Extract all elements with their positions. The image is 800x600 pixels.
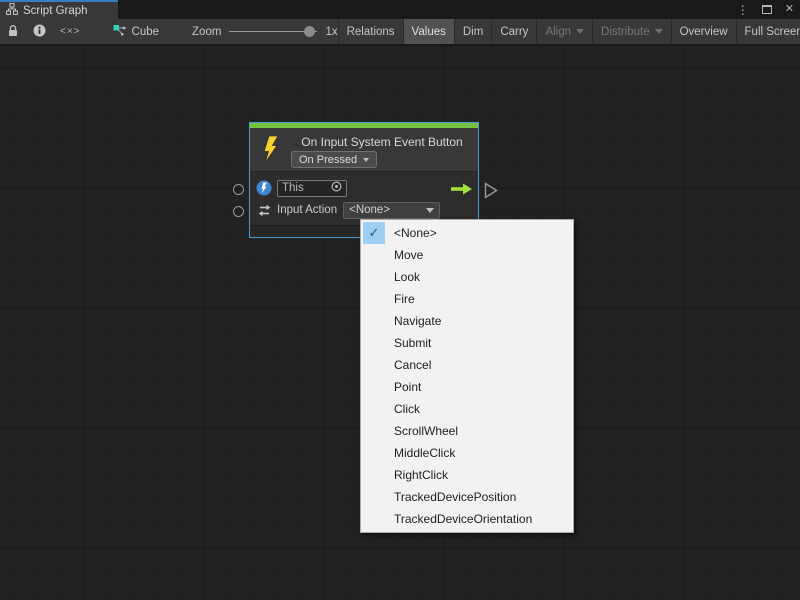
menu-item-label: Submit: [394, 336, 431, 350]
menu-item-label: Cancel: [394, 358, 431, 372]
graph-ref-label: Cube: [132, 26, 160, 38]
graph-canvas[interactable]: On Input System Event Button On Pressed: [0, 46, 800, 600]
chevron-down-icon: [655, 29, 663, 34]
lock-button[interactable]: [0, 19, 26, 44]
menu-item-label: RightClick: [394, 468, 448, 482]
menu-item[interactable]: Submit: [361, 332, 573, 354]
menu-item[interactable]: Cancel: [361, 354, 573, 376]
menu-item[interactable]: TrackedDevicePosition: [361, 486, 573, 508]
this-unit-icon: [256, 180, 272, 196]
carry-button[interactable]: Carry: [492, 19, 536, 44]
menu-item[interactable]: Fire: [361, 288, 573, 310]
menu-item[interactable]: RightClick: [361, 464, 573, 486]
tab-script-graph[interactable]: Script Graph: [0, 0, 118, 19]
code-view-button[interactable]: <×>: [53, 19, 88, 44]
zoom-slider[interactable]: [229, 31, 317, 32]
code-icon: <×>: [60, 26, 81, 37]
info-icon: [33, 24, 46, 40]
align-label: Align: [545, 26, 571, 38]
menu-item-label: Point: [394, 380, 421, 394]
lightning-bolt-icon: [261, 136, 280, 168]
relations-button[interactable]: Relations: [339, 19, 403, 44]
distribute-button[interactable]: Distribute: [593, 19, 671, 44]
chevron-down-icon: [576, 29, 584, 34]
zoom-control: Zoom 1x: [192, 19, 338, 44]
input-action-menu: ✓ <None> Move Look Fire Navigate Submit …: [360, 219, 574, 533]
menu-item-label: TrackedDevicePosition: [394, 490, 516, 504]
menu-item-label: Navigate: [394, 314, 441, 328]
input-port-this[interactable]: [233, 184, 244, 195]
event-option-dropdown[interactable]: On Pressed: [291, 151, 377, 168]
event-node-header[interactable]: On Input System Event Button On Pressed: [250, 128, 478, 172]
input-action-value: <None>: [349, 204, 390, 216]
menu-item-label: Click: [394, 402, 420, 416]
flow-arrow-icon: [451, 182, 472, 200]
menu-item-label: Fire: [394, 292, 415, 306]
menu-item-label: Look: [394, 270, 420, 284]
input-action-dropdown[interactable]: <None>: [343, 202, 440, 219]
tab-bar: Script Graph ⋮ ✕: [0, 0, 800, 19]
menu-item[interactable]: Navigate: [361, 310, 573, 332]
full-screen-button[interactable]: Full Screen: [737, 19, 800, 44]
window-controls: ⋮ ✕: [737, 0, 794, 19]
menu-item[interactable]: Move: [361, 244, 573, 266]
event-node-body: This: [250, 172, 478, 221]
menu-item[interactable]: Point: [361, 376, 573, 398]
input-action-icon: [256, 202, 272, 218]
toolbar-right-group: Relations Values Dim Carry Align Distrib…: [338, 19, 800, 44]
lock-icon: [7, 24, 19, 40]
chevron-down-icon: [363, 158, 369, 162]
zoom-value: 1x: [325, 26, 337, 38]
tab-label: Script Graph: [23, 5, 88, 17]
maximize-icon[interactable]: [762, 5, 772, 14]
menu-item[interactable]: ✓ <None>: [361, 222, 573, 244]
node-title: On Input System Event Button: [290, 135, 474, 149]
overview-button[interactable]: Overview: [672, 19, 736, 44]
menu-item[interactable]: MiddleClick: [361, 442, 573, 464]
script-graph-icon: [6, 3, 18, 18]
menu-item[interactable]: Look: [361, 266, 573, 288]
zoom-slider-handle[interactable]: [304, 26, 315, 37]
graph-icon: [113, 24, 127, 40]
output-flow-port[interactable]: [484, 182, 498, 204]
align-button[interactable]: Align: [537, 19, 592, 44]
this-object-field[interactable]: This: [277, 180, 347, 197]
target-picker-icon: [331, 181, 342, 195]
node-row-this: This: [250, 177, 478, 199]
menu-item[interactable]: TrackedDeviceOrientation: [361, 508, 573, 530]
script-graph-window: Script Graph ⋮ ✕: [0, 0, 800, 600]
chevron-down-icon: [426, 208, 434, 213]
graph-toolbar: <×> Cube Zoom 1x Relations: [0, 19, 800, 45]
this-field-label: This: [282, 182, 304, 194]
input-port-input-action[interactable]: [233, 206, 244, 217]
close-icon[interactable]: ✕: [785, 4, 794, 15]
check-icon: ✓: [363, 222, 385, 244]
menu-item-label: <None>: [394, 226, 437, 240]
input-action-label: Input Action: [277, 204, 337, 216]
event-option-label: On Pressed: [299, 154, 357, 166]
dim-button[interactable]: Dim: [455, 19, 491, 44]
menu-item[interactable]: Click: [361, 398, 573, 420]
graph-reference[interactable]: Cube: [106, 19, 167, 44]
node-row-input-action: Input Action <None>: [250, 199, 478, 221]
distribute-label: Distribute: [601, 26, 650, 38]
menu-item[interactable]: ScrollWheel: [361, 420, 573, 442]
menu-item-label: Move: [394, 248, 423, 262]
zoom-label: Zoom: [192, 26, 221, 38]
menu-item-label: MiddleClick: [394, 446, 455, 460]
kebab-menu-icon[interactable]: ⋮: [737, 4, 749, 16]
values-button[interactable]: Values: [404, 19, 454, 44]
info-button[interactable]: [26, 19, 53, 44]
menu-item-label: TrackedDeviceOrientation: [394, 512, 532, 526]
menu-item-label: ScrollWheel: [394, 424, 458, 438]
